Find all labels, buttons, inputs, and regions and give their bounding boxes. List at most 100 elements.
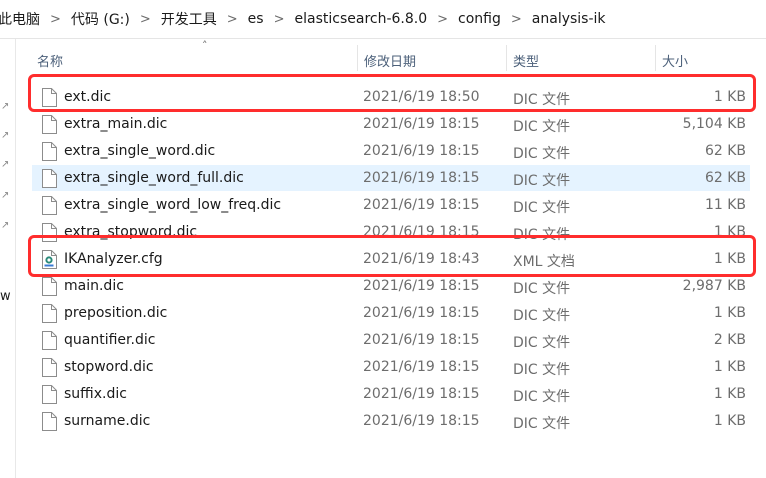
- file-row[interactable]: main.dic 2021/6/19 18:15 DIC 文件 2,987 KB: [32, 273, 750, 299]
- file-name: preposition.dic: [64, 305, 168, 321]
- file-name: extra_single_word_low_freq.dic: [64, 197, 282, 213]
- breadcrumb-item-config[interactable]: config: [458, 11, 501, 27]
- file-size: 2,987 KB: [682, 278, 746, 294]
- navigation-pane[interactable]: ↗ ↗ ↗ ↗ ↗ w: [0, 39, 16, 478]
- file-icon: [41, 358, 57, 377]
- file-name: quantifier.dic: [64, 332, 156, 348]
- file-modified-date: 2021/6/19 18:15: [363, 143, 480, 159]
- chevron-right-icon[interactable]: >: [227, 12, 238, 27]
- xml-file-icon: [41, 250, 57, 269]
- file-size: 1 KB: [713, 359, 746, 375]
- breadcrumb-item-elasticsearch[interactable]: elasticsearch-6.8.0: [295, 11, 428, 27]
- column-header-size[interactable]: 大小: [662, 51, 688, 70]
- file-type: DIC 文件: [513, 335, 571, 351]
- file-name: ext.dic: [64, 89, 112, 105]
- file-type: DIC 文件: [513, 92, 571, 108]
- file-icon: [41, 385, 57, 404]
- pin-icon: ↗: [1, 130, 10, 141]
- file-type: DIC 文件: [513, 227, 571, 243]
- file-name: extra_stopword.dic: [64, 224, 198, 240]
- chevron-right-icon[interactable]: >: [50, 12, 61, 27]
- chevron-right-icon[interactable]: >: [274, 12, 285, 27]
- file-modified-date: 2021/6/19 18:15: [363, 116, 480, 132]
- file-icon: [41, 169, 57, 188]
- column-divider[interactable]: [357, 45, 358, 71]
- file-row[interactable]: IKAnalyzer.cfg 2021/6/19 18:43 XML 文档 1 KB: [32, 246, 750, 272]
- file-name: suffix.dic: [64, 386, 127, 402]
- file-row[interactable]: quantifier.dic 2021/6/19 18:15 DIC 文件 2 KB: [32, 327, 750, 353]
- file-modified-date: 2021/6/19 18:15: [363, 359, 480, 375]
- file-type: DIC 文件: [513, 416, 571, 432]
- file-name: extra_single_word.dic: [64, 143, 216, 159]
- breadcrumb-item-this-pc[interactable]: 此电脑: [0, 9, 40, 29]
- file-icon: [41, 412, 57, 431]
- pin-icon: ↗: [1, 159, 10, 170]
- nav-item-label[interactable]: w: [0, 289, 11, 304]
- file-modified-date: 2021/6/19 18:50: [363, 89, 480, 105]
- file-row[interactable]: ext.dic 2021/6/19 18:50 DIC 文件 1 KB: [32, 84, 750, 110]
- file-row[interactable]: extra_main.dic 2021/6/19 18:15 DIC 文件 5,104…: [32, 111, 750, 137]
- file-icon: [41, 304, 57, 323]
- file-icon: [41, 277, 57, 296]
- pin-icon: ↗: [1, 220, 10, 231]
- file-row[interactable]: extra_single_word_full.dic 2021/6/19 18:1…: [32, 165, 750, 191]
- breadcrumb-item-analysis-ik[interactable]: analysis-ik: [532, 11, 606, 27]
- file-modified-date: 2021/6/19 18:15: [363, 224, 480, 240]
- pin-icon: ↗: [1, 101, 10, 112]
- file-row[interactable]: extra_stopword.dic 2021/6/19 18:15 DIC 文件 1…: [32, 219, 750, 245]
- file-name: IKAnalyzer.cfg: [64, 251, 163, 267]
- file-row[interactable]: extra_single_word_low_freq.dic 2021/6/19 …: [32, 192, 750, 218]
- file-row[interactable]: preposition.dic 2021/6/19 18:15 DIC 文件 1 KB: [32, 300, 750, 326]
- file-modified-date: 2021/6/19 18:15: [363, 332, 480, 348]
- file-type: DIC 文件: [513, 200, 571, 216]
- file-name: extra_main.dic: [64, 116, 168, 132]
- chevron-right-icon[interactable]: >: [140, 12, 151, 27]
- file-row[interactable]: surname.dic 2021/6/19 18:15 DIC 文件 1 KB: [32, 408, 750, 434]
- file-icon: [41, 223, 57, 242]
- file-type: DIC 文件: [513, 119, 571, 135]
- column-divider[interactable]: [506, 45, 507, 71]
- file-type: DIC 文件: [513, 146, 571, 162]
- column-divider[interactable]: [655, 45, 656, 71]
- file-name: main.dic: [64, 278, 124, 294]
- file-size: 1 KB: [713, 305, 746, 321]
- file-type: DIC 文件: [513, 281, 571, 297]
- file-icon: [41, 88, 57, 107]
- breadcrumb-item-es[interactable]: es: [248, 11, 264, 27]
- breadcrumb-item-dev-tools[interactable]: 开发工具: [161, 9, 217, 29]
- file-size: 1 KB: [713, 224, 746, 240]
- file-icon: [41, 196, 57, 215]
- file-type: DIC 文件: [513, 362, 571, 378]
- file-modified-date: 2021/6/19 18:15: [363, 278, 480, 294]
- file-size: 1 KB: [713, 251, 746, 267]
- file-size: 5,104 KB: [682, 116, 746, 132]
- file-modified-date: 2021/6/19 18:15: [363, 305, 480, 321]
- file-size: 62 KB: [704, 143, 746, 159]
- file-row[interactable]: suffix.dic 2021/6/19 18:15 DIC 文件 1 KB: [32, 381, 750, 407]
- pin-icon: ↗: [1, 190, 10, 201]
- file-row[interactable]: stopword.dic 2021/6/19 18:15 DIC 文件 1 KB: [32, 354, 750, 380]
- column-header-type[interactable]: 类型: [513, 51, 539, 70]
- file-modified-date: 2021/6/19 18:15: [363, 413, 480, 429]
- chevron-right-icon[interactable]: >: [511, 12, 522, 27]
- column-header-modified[interactable]: 修改日期: [364, 51, 416, 70]
- file-size: 11 KB: [704, 197, 746, 213]
- chevron-right-icon[interactable]: >: [437, 12, 448, 27]
- file-size: 62 KB: [704, 170, 746, 186]
- file-name: extra_single_word_full.dic: [64, 170, 244, 186]
- file-icon: [41, 331, 57, 350]
- file-row[interactable]: extra_single_word.dic 2021/6/19 18:15 DIC …: [32, 138, 750, 164]
- file-modified-date: 2021/6/19 18:15: [363, 386, 480, 402]
- file-name: surname.dic: [64, 413, 151, 429]
- breadcrumb-item-drive[interactable]: 代码 (G:): [71, 9, 130, 29]
- file-name: stopword.dic: [64, 359, 154, 375]
- sort-ascending-icon: ˄: [202, 39, 208, 52]
- breadcrumb: 此电脑 > 代码 (G:) > 开发工具 > es > elasticsearc…: [0, 0, 766, 39]
- file-icon: [41, 115, 57, 134]
- file-size: 1 KB: [713, 413, 746, 429]
- file-size: 1 KB: [713, 89, 746, 105]
- file-icon: [41, 142, 57, 161]
- file-type: DIC 文件: [513, 308, 571, 324]
- column-header-name[interactable]: 名称: [37, 51, 63, 70]
- column-header: ˄ 名称 修改日期 类型 大小: [16, 39, 766, 73]
